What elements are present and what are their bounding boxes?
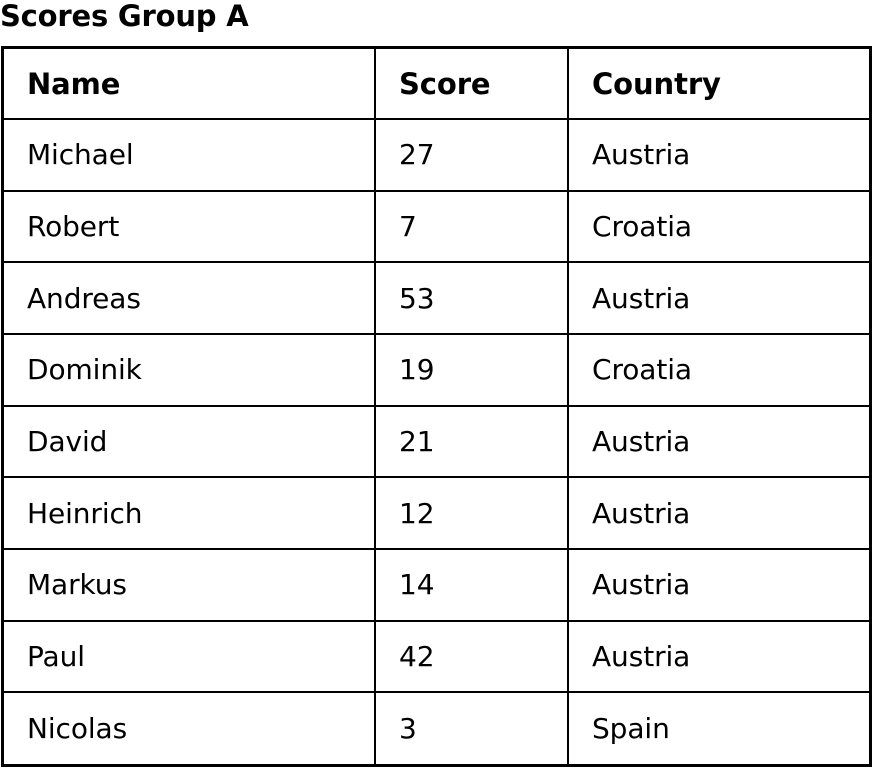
cell-country: Croatia — [568, 190, 869, 264]
cell-country: Austria — [568, 477, 869, 550]
cell-country: Austria — [568, 119, 869, 192]
cell-score: 42 — [375, 620, 569, 694]
table-row: Michael 27 Austria — [4, 119, 869, 192]
cell-score: 12 — [375, 477, 569, 550]
cell-score: 3 — [375, 692, 569, 764]
cell-country: Austria — [568, 262, 869, 335]
cell-country: Croatia — [568, 333, 869, 407]
table-row: Andreas 53 Austria — [4, 262, 869, 335]
cell-score: 21 — [375, 405, 569, 479]
table-row: Paul 42 Austria — [4, 620, 869, 694]
cell-name: Michael — [4, 119, 376, 192]
scores-table-container: Name Score Country Michael 27 Austria Ro… — [1, 46, 872, 767]
table-header-row: Name Score Country — [4, 49, 869, 120]
cell-country: Austria — [568, 620, 869, 694]
cell-name: David — [4, 405, 376, 479]
cell-score: 53 — [375, 262, 569, 335]
page-title: Scores Group A — [0, 0, 249, 33]
cell-score: 7 — [375, 190, 569, 264]
cell-score: 19 — [375, 333, 569, 407]
table-header: Name Score Country — [4, 49, 869, 120]
table-row: Markus 14 Austria — [4, 548, 869, 622]
cell-country: Austria — [568, 405, 869, 479]
cell-name: Andreas — [4, 262, 376, 335]
column-header-country[interactable]: Country — [568, 49, 869, 120]
column-header-score[interactable]: Score — [375, 49, 569, 120]
cell-score: 27 — [375, 119, 569, 192]
cell-country: Austria — [568, 548, 869, 622]
table-row: Robert 7 Croatia — [4, 190, 869, 264]
table-row: Nicolas 3 Spain — [4, 692, 869, 764]
cell-country: Spain — [592, 712, 670, 746]
cell-name: Robert — [4, 190, 376, 264]
table-row: Heinrich 12 Austria — [4, 477, 869, 550]
cell-score: 14 — [375, 548, 569, 622]
cell-name: Paul — [4, 620, 376, 694]
cell-name: Nicolas — [4, 692, 376, 764]
page-root: Scores Group A Name Score Country Michae… — [0, 0, 875, 769]
scores-table: Name Score Country Michael 27 Austria Ro… — [4, 49, 869, 764]
table-row: David 21 Austria — [4, 405, 869, 479]
cell-name: Dominik — [4, 333, 376, 407]
cell-name: Markus — [4, 548, 376, 622]
column-header-name[interactable]: Name — [4, 49, 376, 120]
table-body: Michael 27 Austria Robert 7 Croatia Andr… — [4, 119, 869, 764]
cell-name: Heinrich — [4, 477, 376, 550]
table-row: Dominik 19 Croatia — [4, 333, 869, 407]
